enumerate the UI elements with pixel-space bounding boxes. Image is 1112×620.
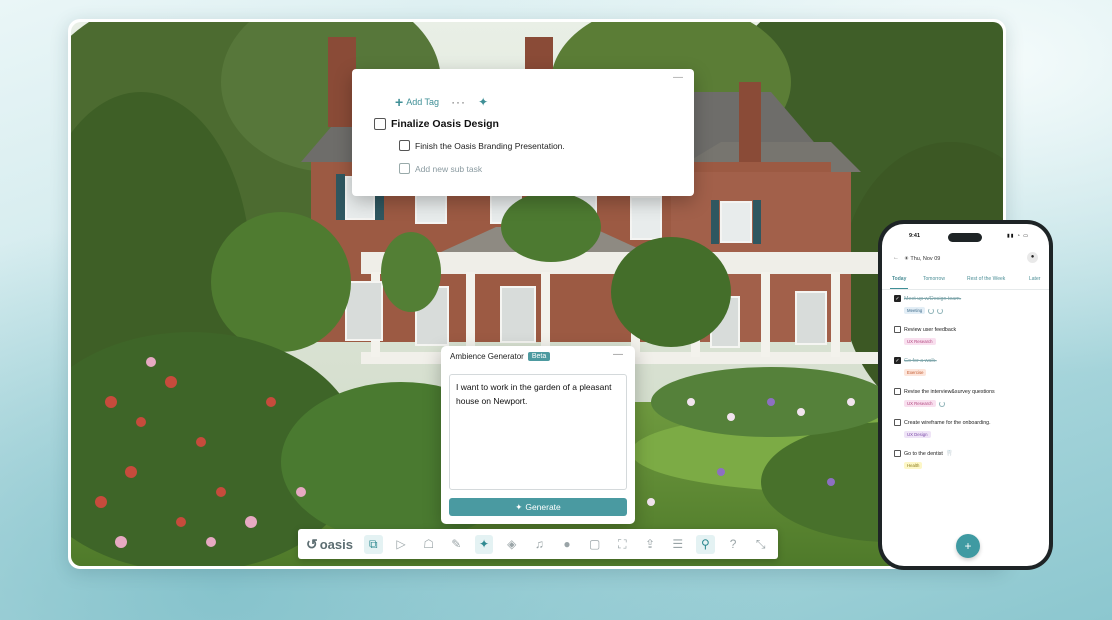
task-title: Revise the interview&survey questions	[904, 388, 995, 395]
phone-screen: 9:41 ▮▮ ◔ ▭ ← ☀ Thu, Nov 09 ● Today Tomo…	[882, 224, 1049, 566]
task-title: Review user feedback	[904, 326, 957, 333]
task-title: Go to the dentist	[904, 450, 943, 457]
task-title: Create wireframe for the onboarding.	[904, 419, 991, 426]
add-subtask-item: Add new sub task	[399, 163, 482, 174]
task-card: — + Add Tag ··· ✦ Finalize Oasis Design …	[352, 69, 694, 196]
avatar[interactable]: ●	[1027, 252, 1038, 263]
tag-badge: Exercise	[904, 369, 927, 376]
task-title: Go for a walk.	[904, 357, 937, 364]
add-subtask-checkbox	[399, 163, 410, 174]
date-label: Thu, Nov 09	[910, 256, 941, 262]
checkbox[interactable]	[894, 388, 901, 395]
loading-icon	[938, 400, 945, 407]
task-item[interactable]: Review user feedback UX Research	[894, 326, 956, 345]
status-time: 9:41	[909, 233, 921, 239]
checkbox[interactable]	[894, 450, 901, 457]
phone-mockup: 9:41 ▮▮ ◔ ▭ ← ☀ Thu, Nov 09 ● Today Tomo…	[878, 220, 1053, 570]
checkbox[interactable]	[894, 326, 901, 333]
music-note-icon[interactable]: ♫	[530, 535, 549, 554]
panel-header: Ambience Generator Beta	[450, 352, 551, 361]
tag-badge: Health	[904, 462, 923, 469]
task-item[interactable]: ✓ Meet up w/Design team. Meeting	[894, 295, 961, 314]
add-task-button[interactable]: +	[956, 534, 980, 558]
collapse-icon[interactable]: ⤡	[751, 535, 770, 554]
beta-badge: Beta	[527, 352, 551, 361]
main-task-title[interactable]: Finalize Oasis Design	[391, 118, 499, 130]
tooth-icon: 🦷	[945, 451, 954, 457]
back-arrow-icon[interactable]: ←	[893, 255, 899, 261]
share-icon[interactable]: ⇪	[641, 535, 660, 554]
main-task: Finalize Oasis Design	[374, 118, 499, 130]
help-icon[interactable]: ?	[724, 535, 743, 554]
plus-icon: +	[964, 539, 972, 553]
checkbox[interactable]	[894, 419, 901, 426]
task-item[interactable]: Go to the dentist 🦷 Health	[894, 450, 953, 469]
sync-icon	[928, 307, 935, 314]
play-icon[interactable]: ▷	[392, 535, 411, 554]
task-item[interactable]: Revise the interview&survey questions UX…	[894, 388, 995, 407]
tab-bar: Today Tomorrow Rest of the Week Later	[882, 276, 1049, 287]
checkbox-checked[interactable]: ✓	[894, 357, 901, 364]
tab-rest-of-week[interactable]: Rest of the Week	[967, 276, 1005, 282]
oasis-logo: ↺ oasis	[306, 536, 353, 553]
divider	[882, 289, 1049, 290]
task-title: Meet up w/Design team.	[904, 295, 962, 302]
generate-label: Generate	[525, 502, 561, 512]
tag-badge: UX Research	[904, 400, 936, 407]
panel-title: Ambience Generator	[450, 352, 524, 361]
tag-badge: UX Design	[904, 431, 931, 438]
plus-icon: +	[395, 94, 404, 110]
sparkle-icon: ✦	[515, 501, 523, 512]
task-item[interactable]: ✓ Go for a walk. Exercise	[894, 357, 937, 376]
subtask-checkbox[interactable]	[399, 140, 410, 151]
task-item[interactable]: Create wireframe for the onboarding. UX …	[894, 419, 991, 438]
status-icons: ▮▮ ◔ ▭	[1006, 233, 1029, 239]
minimize-icon[interactable]: —	[613, 350, 623, 360]
robot-icon[interactable]: ☖	[419, 535, 438, 554]
main-task-checkbox[interactable]	[374, 118, 386, 130]
ambience-generator-panel: Ambience Generator Beta — I want to work…	[441, 346, 635, 524]
loading-icon	[937, 307, 944, 314]
tab-tomorrow[interactable]: Tomorrow	[923, 276, 945, 282]
subtask-label[interactable]: Finish the Oasis Branding Presentation.	[415, 141, 565, 151]
tab-later[interactable]: Later	[1029, 276, 1040, 282]
checkbox-checked[interactable]: ✓	[894, 295, 901, 302]
layers-copy-icon[interactable]: ⧉	[363, 534, 383, 554]
chat-bubble-icon[interactable]: ▢	[585, 535, 604, 554]
generate-button[interactable]: ✦ Generate	[449, 498, 627, 516]
sparkle-icon[interactable]: ✦	[478, 95, 488, 109]
pin-icon[interactable]: ⚲	[696, 534, 715, 554]
tab-today[interactable]: Today	[892, 276, 906, 282]
spotify-icon[interactable]: ●	[558, 535, 577, 554]
oasis-logo-icon: ↺	[306, 535, 318, 552]
stack-icon[interactable]: ◈	[502, 535, 521, 554]
prompt-textarea[interactable]: I want to work in the garden of a pleasa…	[449, 374, 627, 490]
tag-badge: UX Research	[904, 338, 936, 345]
add-tag-label: Add Tag	[406, 97, 440, 107]
fullscreen-icon[interactable]: ⛶	[613, 535, 632, 554]
oasis-logo-text: oasis	[319, 536, 353, 552]
bottom-dock: ↺ oasis ⧉ ▷ ☖ ✎ ✦ ◈ ♫ ● ▢ ⛶ ⇪ ☰ ⚲ ? ⤡	[298, 529, 778, 559]
tag-badge: Meeting	[904, 307, 926, 314]
sparkle-icon[interactable]: ✦	[474, 534, 494, 554]
more-dots-icon[interactable]: ···	[451, 96, 466, 108]
date-header[interactable]: ☀ Thu, Nov 09	[904, 256, 940, 262]
task-toolbar: + Add Tag ··· ✦	[395, 95, 488, 109]
add-tag-button[interactable]: + Add Tag	[395, 94, 440, 110]
add-subtask-input[interactable]: Add new sub task	[415, 164, 482, 174]
minimize-icon[interactable]: —	[672, 73, 684, 83]
dynamic-island	[948, 233, 982, 242]
pen-icon[interactable]: ✎	[447, 535, 466, 554]
subtask-item: Finish the Oasis Branding Presentation.	[399, 140, 565, 151]
notes-icon[interactable]: ☰	[668, 535, 687, 554]
